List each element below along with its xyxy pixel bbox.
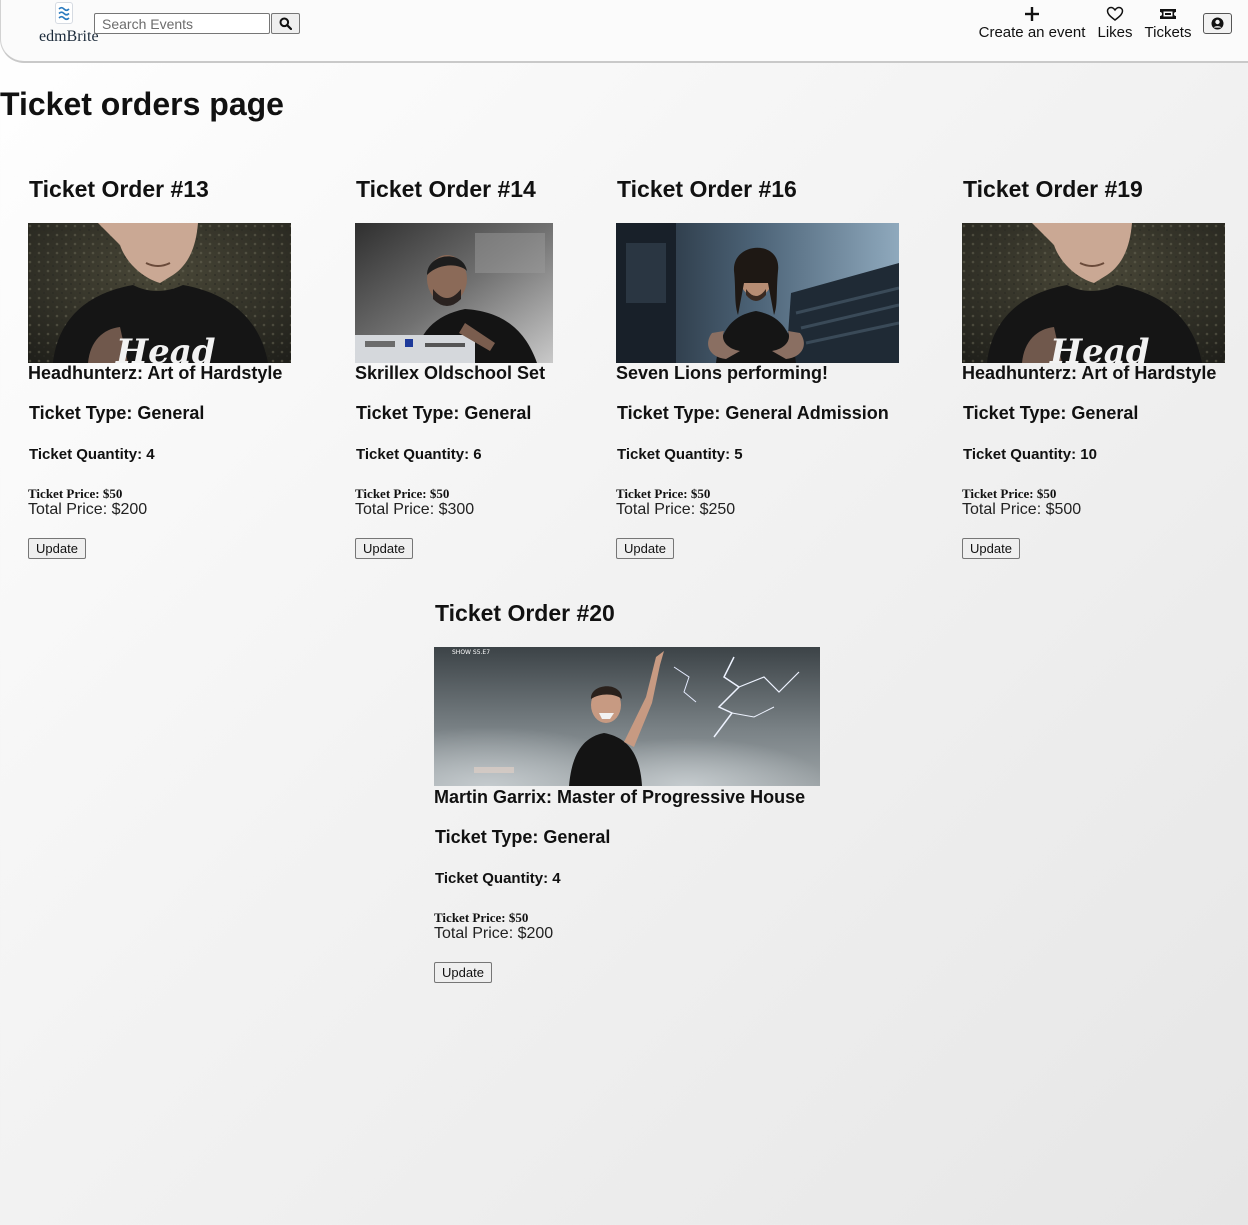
ticket-order-card: Ticket Order #19 Head Headhunterz: Art o (962, 175, 1242, 565)
event-name: Skrillex Oldschool Set (355, 363, 546, 383)
total-price: Total Price: $500 (962, 501, 1082, 518)
search-icon (279, 17, 292, 30)
top-navbar: edmBrite Create an event Likes Tickets (0, 0, 1248, 63)
ticket-order-card: Ticket Order #16 Seven Lions performing! (616, 175, 916, 565)
order-title: Ticket Order #13 (29, 176, 209, 202)
total-price: Total Price: $200 (28, 501, 148, 518)
event-name: Martin Garrix: Master of Progressive Hou… (434, 787, 806, 807)
ticket-type: Ticket Type: General (356, 403, 532, 423)
ticket-order-card: Ticket Order #14 Skrillex Oldschool Set (355, 175, 595, 565)
user-circle-icon (1211, 17, 1224, 30)
ticket-price: Ticket Price: $50 (616, 486, 711, 501)
page-title: Ticket orders page (0, 86, 284, 122)
update-order-button[interactable]: Update (616, 538, 674, 559)
ticket-price: Ticket Price: $50 (28, 486, 123, 501)
image-overlay-text: Head (1049, 332, 1150, 363)
order-title: Ticket Order #14 (356, 176, 536, 202)
event-image-martin-garrix: SHOW S5.E7 (434, 647, 820, 786)
ticket-price: Ticket Price: $50 (355, 486, 450, 501)
order-title: Ticket Order #16 (617, 176, 797, 202)
event-image-seven-lions (616, 223, 899, 363)
event-image-skrillex (355, 223, 553, 363)
nav-tickets-label: Tickets (1144, 24, 1192, 41)
nav-create-label: Create an event (978, 24, 1086, 41)
ticket-quantity: Ticket Quantity: 4 (29, 446, 155, 463)
update-order-button[interactable]: Update (962, 538, 1020, 559)
total-price: Total Price: $200 (434, 925, 554, 942)
order-title: Ticket Order #19 (963, 176, 1143, 202)
total-price: Total Price: $300 (355, 501, 475, 518)
ticket-quantity: Ticket Quantity: 6 (356, 446, 482, 463)
update-order-button[interactable]: Update (434, 962, 492, 983)
nav-likes-label: Likes (1097, 24, 1133, 41)
nav-tickets[interactable]: Tickets (1142, 4, 1194, 41)
update-order-button[interactable]: Update (28, 538, 86, 559)
ticket-quantity: Ticket Quantity: 5 (617, 446, 743, 463)
ticket-type: Ticket Type: General (435, 827, 611, 847)
nav-create-event[interactable]: Create an event (976, 4, 1088, 41)
heart-icon (1106, 6, 1124, 21)
search-input[interactable] (94, 13, 270, 34)
event-name: Headhunterz: Art of Hardstyle (962, 363, 1217, 383)
ticket-type: Ticket Type: General (29, 403, 205, 423)
ticket-quantity: Ticket Quantity: 4 (435, 870, 561, 887)
ticket-price: Ticket Price: $50 (962, 486, 1057, 501)
image-overlay-text: Head (115, 332, 216, 363)
ticket-type: Ticket Type: General Admission (617, 403, 889, 423)
logo-wave-icon (55, 2, 73, 24)
update-order-button[interactable]: Update (355, 538, 413, 559)
edmbrite-logo[interactable]: edmBrite (39, 2, 99, 46)
ticket-quantity: Ticket Quantity: 10 (963, 446, 1097, 463)
image-overlay-text: SHOW S5.E7 (452, 649, 490, 656)
event-name: Headhunterz: Art of Hardstyle (28, 363, 283, 383)
total-price: Total Price: $250 (616, 501, 736, 518)
profile-button[interactable] (1203, 13, 1232, 34)
ticket-price: Ticket Price: $50 (434, 910, 529, 925)
ticket-order-card: Ticket Order #13 Head Headhunterz: Art o (28, 175, 318, 565)
event-image-headhunterz: Head (962, 223, 1225, 363)
order-title: Ticket Order #20 (435, 600, 615, 626)
ticket-type: Ticket Type: General (963, 403, 1139, 423)
logo-text: edmBrite (39, 28, 99, 45)
plus-icon (1025, 7, 1039, 21)
event-image-headhunterz: Head (28, 223, 291, 363)
event-name: Seven Lions performing! (616, 363, 829, 383)
nav-likes[interactable]: Likes (1096, 4, 1134, 41)
search-button[interactable] (271, 13, 300, 34)
ticket-order-card: Ticket Order #20 SHOW S5.E7 Martin Garri… (434, 599, 834, 989)
ticket-icon (1160, 9, 1176, 19)
